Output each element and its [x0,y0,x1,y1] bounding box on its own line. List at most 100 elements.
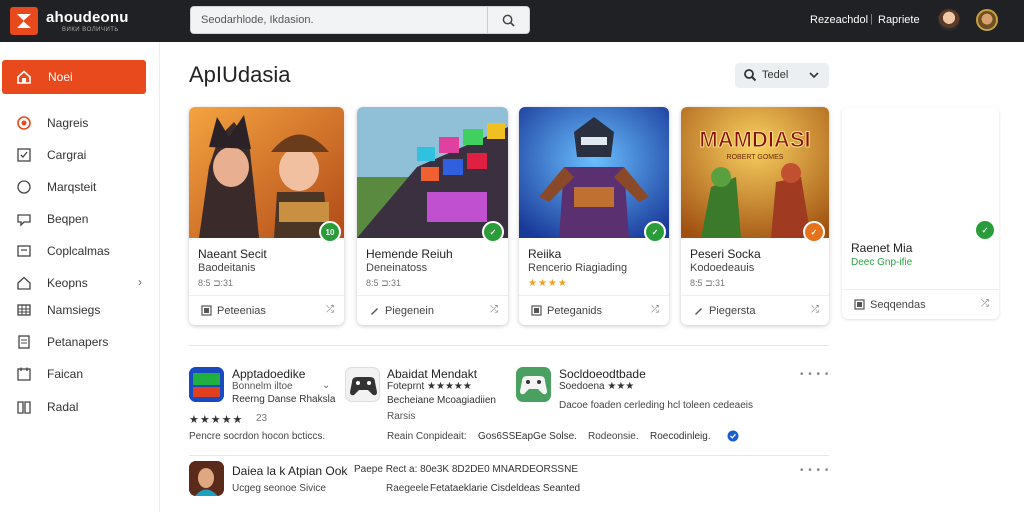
share-icon[interactable]: ⤮ [811,304,819,315]
card-footer: Peteenias ⤮ [189,295,344,325]
sidebar-item-label: Petanapers [47,335,109,349]
rating-stars: ★★★★★ [189,414,244,426]
card-subtitle: Baodeitanis [198,262,256,274]
rating-count: 23 [256,413,268,424]
top-link-2[interactable]: Rapriete [878,14,920,26]
list-item-description: Dacoe foaden cerleding hcl toleen cedeae… [559,400,754,411]
list-item-link[interactable]: Roecodinleig. [650,431,711,442]
list-item-title[interactable]: Apptadoedike [232,367,305,381]
game-card[interactable]: MAMDIASI ROBERT GOMES ✓ Peseri Socka Kod… [681,107,829,325]
card-footer-label[interactable]: Peteganids [547,305,602,317]
sidebar-item-10[interactable]: Radal [0,393,158,421]
list-item-link[interactable]: Gos6SSEapGe Solse. [478,431,577,442]
list-item-meta: Rarsis [387,411,416,422]
top-bar: ahoudeonu ВИКИ ВОЛИЧИТЬ Seodarhlode, Ikd… [0,0,1024,42]
card-footer-label[interactable]: Peteenias [217,305,266,317]
section-divider [189,455,829,456]
sidebar-item-7[interactable]: Namsiegs [0,296,158,324]
list-item-title[interactable]: Socldoeodtbade [559,367,646,381]
card-subtitle: Rencerio Riagiading [528,262,628,274]
document-icon [18,335,30,349]
sidebar-item-label: Nagreis [47,116,89,130]
sidebar: Noei Nagreis Cargrai Marqsteit Beqpen Co… [0,42,160,512]
sidebar-item-5[interactable]: Coplcalmas [0,237,158,265]
cover-title: MAMDIASI [699,127,810,152]
card-title: Peseri Socka [690,247,761,261]
sidebar-item-3[interactable]: Marqsteit [0,173,158,201]
grid-icon [17,304,31,316]
card-footer-label[interactable]: Seqqendas [870,299,926,311]
sidebar-item-label: Cargrai [47,148,87,162]
app-icon[interactable] [189,461,224,496]
sidebar-item-label: Faican [47,367,84,381]
search-icon [502,14,515,27]
card-title: Reiika [528,247,562,261]
checkbox-icon [17,148,31,162]
sidebar-item-6[interactable]: Keopns › [0,269,158,297]
more-options-icon[interactable]: • • • • [800,369,829,380]
search-input[interactable]: Seodarhlode, Ikdasion. [201,14,314,26]
top-link-1[interactable]: Rezeachdol [810,14,868,26]
sidebar-item-9[interactable]: Faican [0,360,158,388]
game-cover-image [519,107,669,238]
app-icon[interactable] [345,367,380,402]
search-button[interactable] [487,7,529,33]
sidebar-item-label: Keopns [47,276,88,290]
card-footer: Seqqendas ⤮ [842,289,999,319]
page-title: ApIUdasia [189,62,291,87]
top-separator: | [870,13,873,25]
list-item-title[interactable]: Abaidat Mendakt [387,367,477,381]
sidebar-item-1[interactable]: Nagreis [0,109,158,137]
game-cover-image [189,107,344,238]
list-item-subtitle: Ucgeg seonoe Sivice [232,483,326,494]
card-footer: Piegersta ⤮ [681,295,829,325]
share-icon[interactable]: ⤮ [326,304,334,315]
card-footer-label[interactable]: Piegersta [709,305,755,317]
game-cover-image: MAMDIASI ROBERT GOMES [681,107,829,238]
verified-icon [727,430,739,442]
game-card[interactable]: ✓ Raenet Mia Deec Gnp-ifie Seqqendas ⤮ [842,107,999,319]
card-subtitle: Deneinatoss [366,262,428,274]
account-avatar[interactable] [976,9,998,31]
target-icon [17,116,31,130]
list-item-title[interactable]: Daiea la k Atpian Ook [232,464,347,478]
home-icon [17,276,31,290]
share-icon[interactable]: ⤮ [981,298,989,309]
search-bar[interactable]: Seodarhlode, Ikdasion. [190,6,530,34]
chevron-down-icon[interactable]: ⌄ [322,380,330,391]
card-footer: Peteganids ⤮ [519,295,669,325]
circle-icon [17,180,31,194]
tag-icon [201,305,212,316]
list-item-subtitle: Bonnelm iltoe [232,381,293,392]
game-card[interactable]: ✓ Hemende Reiuh Deneinatoss 8:5 ⊐:31 Pie… [357,107,508,325]
brand-subtitle: ВИКИ ВОЛИЧИТЬ [62,27,119,33]
app-icon[interactable] [189,367,224,402]
sidebar-item-4[interactable]: Beqpen [0,205,158,233]
card-meta: 8:5 ⊐:31 [366,278,402,288]
card-subtitle: Deec Gnp-ifie [851,257,913,268]
share-icon[interactable]: ⤮ [651,304,659,315]
sidebar-item-home[interactable]: Noei [2,60,146,94]
chevron-down-icon [809,72,819,79]
app-icon[interactable] [516,367,551,402]
tag-icon [531,305,542,316]
share-icon[interactable]: ⤮ [490,304,498,315]
list-item-description: Raegeele [386,483,429,494]
sidebar-item-8[interactable]: Petanapers [0,328,158,356]
card-footer-label[interactable]: Piegenein [385,305,434,317]
status-badge: ✓ [803,221,825,243]
user-avatar[interactable] [938,9,960,31]
status-badge: ✓ [644,221,666,243]
list-item-link[interactable]: Fetataeklarie Cisdeldeas Seanted [430,483,580,494]
game-card[interactable]: 10 Naeant Secit Baodeitanis 8:5 ⊐:31 Pet… [189,107,344,325]
search-icon [744,69,757,82]
logo-icon[interactable] [10,7,38,35]
sidebar-item-2[interactable]: Cargrai [0,141,158,169]
card-footer: Piegenein ⤮ [357,295,508,325]
game-card[interactable]: ✓ Reiika Rencerio Riagiading ★★★★ Petega… [519,107,669,325]
tag-icon [854,299,865,310]
sort-dropdown[interactable]: Tedel [735,63,829,88]
card-meta: 8:5 ⊐:31 [198,278,234,288]
more-options-icon[interactable]: • • • • [800,465,829,476]
sidebar-item-label: Radal [47,400,79,414]
